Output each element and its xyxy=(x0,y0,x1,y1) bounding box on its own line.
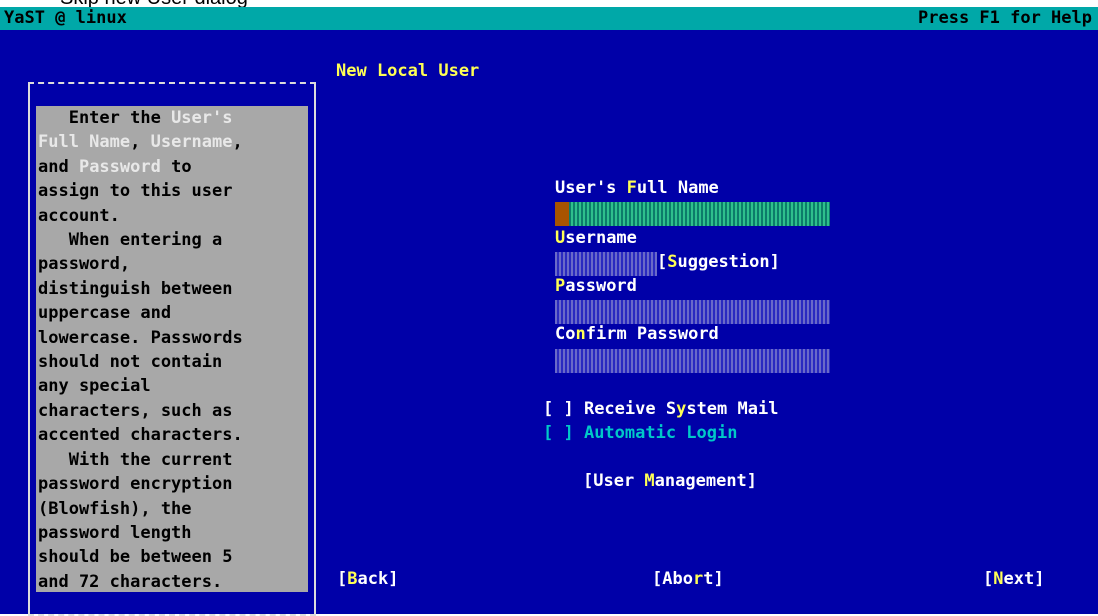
help-line: and 72 characters. xyxy=(38,570,308,594)
help-line: any special xyxy=(38,374,308,398)
help-text-span: (Blowfish), the xyxy=(38,498,192,519)
help-line: Full Name, Username, xyxy=(38,130,308,154)
help-line: and Password to xyxy=(38,155,308,179)
help-highlight: Full Name xyxy=(38,132,131,153)
confirm-password-input[interactable] xyxy=(555,349,830,373)
help-text-span: assign to this user xyxy=(38,181,233,202)
help-hint: Press F1 for Help xyxy=(918,8,1092,28)
help-line: password encryption xyxy=(38,472,308,496)
help-text-span: characters, such as xyxy=(38,400,233,421)
text-cursor xyxy=(555,202,569,226)
username-label: Username xyxy=(555,228,637,248)
window-title: YaST @ linux xyxy=(4,8,127,28)
user-management-button[interactable]: [User Management] xyxy=(583,471,757,491)
help-highlight: User's xyxy=(171,108,233,128)
abort-button[interactable]: [Abort] xyxy=(652,569,724,589)
full-name-label: User's Full Name xyxy=(555,178,719,198)
help-line: Enter the User's xyxy=(38,106,308,130)
confirm-password-label: Confirm Password xyxy=(555,324,719,344)
help-text-span: When entering a xyxy=(38,230,223,251)
help-text-span: Enter the xyxy=(38,108,172,128)
dialog-title: New Local User xyxy=(336,61,480,81)
help-text-span: , xyxy=(232,132,243,153)
help-text-span: password length xyxy=(38,522,192,543)
help-panel[interactable]: Enter the User's Full Name, Username, and … xyxy=(28,82,316,616)
help-text-span: distinguish between xyxy=(38,278,233,299)
help-line: (Blowfish), the xyxy=(38,497,308,521)
help-text-span: should not contain xyxy=(38,352,223,373)
help-text-span: and xyxy=(38,156,79,177)
help-text-span: any special xyxy=(38,376,151,397)
help-line: account. xyxy=(38,204,308,228)
help-text-span: and 72 characters. xyxy=(38,571,223,592)
username-input[interactable] xyxy=(555,252,657,276)
help-highlight: Password xyxy=(78,156,161,177)
full-name-input[interactable] xyxy=(555,202,830,226)
suggestion-button[interactable]: [Suggestion] xyxy=(657,252,780,272)
top-status-bar: YaST @ linux Press F1 for Help xyxy=(0,7,1098,30)
receive-system-mail-checkbox[interactable]: [ ] Receive System Mail xyxy=(543,399,778,419)
password-input[interactable] xyxy=(555,300,830,324)
help-highlight: Username xyxy=(150,132,233,153)
help-text-span: to xyxy=(160,156,192,177)
help-line: password, xyxy=(38,252,308,276)
password-label: Password xyxy=(555,276,637,296)
help-text-span: accented characters. xyxy=(38,425,243,446)
help-line: When entering a xyxy=(38,228,308,252)
help-line: lowercase. Passwords xyxy=(38,326,308,350)
help-text: Enter the User's Full Name, Username, and … xyxy=(36,106,308,592)
help-line: password length xyxy=(38,521,308,545)
help-text-span: should be between 5 xyxy=(38,547,233,568)
help-line: should be between 5 xyxy=(38,545,308,569)
help-text-span: With the current xyxy=(38,449,233,470)
help-text-span: password, xyxy=(38,254,131,275)
back-button[interactable]: [Back] xyxy=(337,569,398,589)
help-text-span: lowercase. Passwords xyxy=(38,327,243,348)
help-line: uppercase and xyxy=(38,301,308,325)
help-line: distinguish between xyxy=(38,277,308,301)
help-line: characters, such as xyxy=(38,399,308,423)
help-line: assign to this user xyxy=(38,179,308,203)
yast-screen: Enter the User's Full Name, Username, and … xyxy=(0,30,1098,616)
help-text-span: password encryption xyxy=(38,474,233,495)
next-button[interactable]: [Next] xyxy=(983,569,1044,589)
automatic-login-checkbox[interactable]: [ ] Automatic Login xyxy=(543,423,737,443)
help-line: With the current xyxy=(38,448,308,472)
help-text-span: , xyxy=(130,132,151,153)
help-text-span: account. xyxy=(38,205,120,226)
help-line: accented characters. xyxy=(38,423,308,447)
help-line: should not contain xyxy=(38,350,308,374)
help-text-span: uppercase and xyxy=(38,303,172,324)
